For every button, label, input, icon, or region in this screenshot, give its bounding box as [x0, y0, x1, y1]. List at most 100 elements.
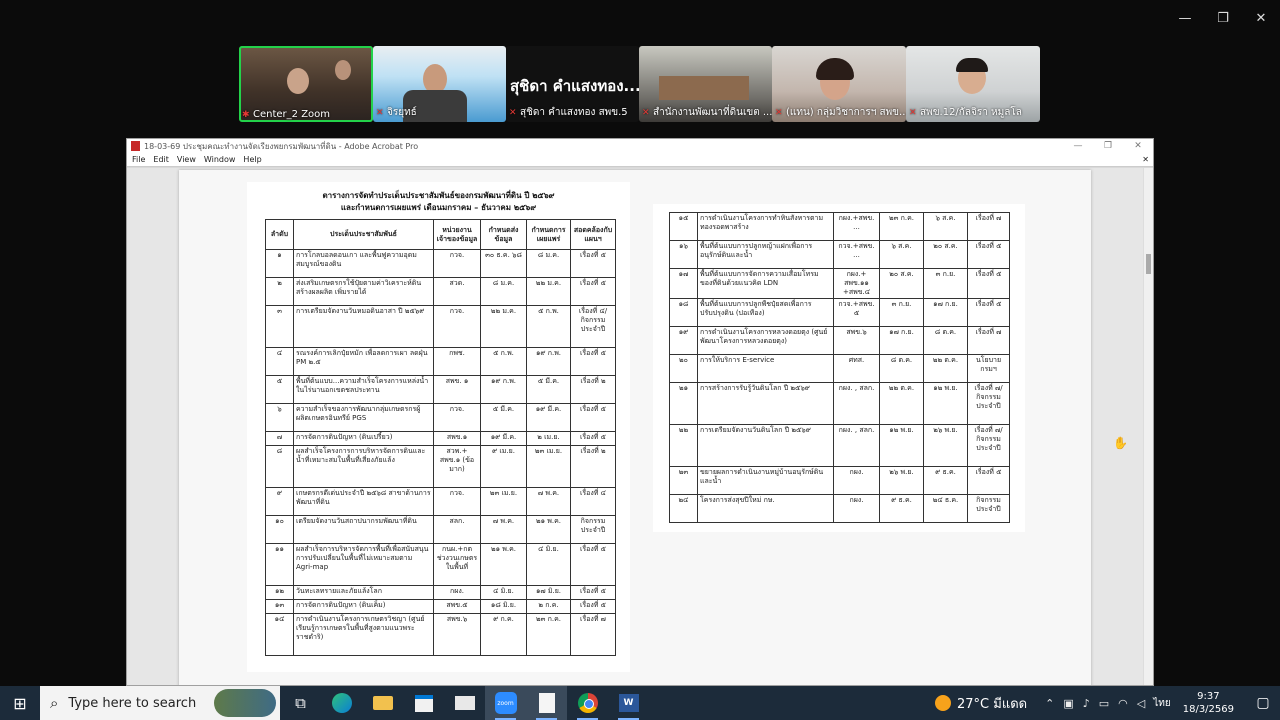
battery-icon[interactable]: ▭ [1099, 697, 1109, 710]
table-row: ๑๒ วันทะเลทรายและภัยแล้งโลก กผง. ๔ มิ.ย. ๑๗ … [265, 585, 616, 600]
close-button[interactable]: ✕ [1242, 0, 1280, 36]
participant-tile[interactable]: ✱ Center_2 Zoom [239, 46, 373, 122]
table-cell: พื้นที่ต้นแบบการปลูกพืชปุ๋ยสดเพื่อการปรั… [697, 298, 834, 327]
file-explorer-icon[interactable] [362, 686, 403, 720]
table-cell: ๔ [265, 347, 294, 376]
notification-icon[interactable]: ▢ [1250, 695, 1276, 711]
menu-edit[interactable]: Edit [153, 155, 169, 164]
header-cell: ลำดับ [265, 219, 294, 250]
table-cell: ศทส. [833, 354, 880, 383]
table-cell: ๖ ส.ค. [923, 212, 968, 241]
participant-tile[interactable]: สุชิดา คำแสงทอง... ✕ สุชิดา คำแสงทอง สพข.… [506, 46, 639, 122]
clock[interactable]: 9:37 18/3/2569 [1183, 690, 1234, 716]
table-cell: ๖ [265, 403, 294, 432]
schedule-sheet-left: ตารางการจัดทำประเด็นประชาสัมพันธ์ของกรมพ… [247, 182, 630, 672]
participant-name: Center_2 Zoom [253, 109, 331, 120]
header-cell: หน่วยงานเจ้าของข้อมูล [433, 219, 481, 250]
table-row: ๕พื้นที่ต้นแบบ...ความสำเร็จโครงการแหล่งน… [265, 375, 616, 404]
word-icon[interactable]: W [608, 686, 649, 720]
table-cell: กวจ.+สพข. ๕ [833, 298, 880, 327]
table-cell: กวจ. [433, 305, 481, 348]
microphone-icon[interactable]: ♪ [1083, 697, 1090, 710]
zoom-app-icon[interactable]: zoom [485, 686, 526, 720]
table-cell: การโกลบอลดอนเกา และพื้นฟูความอุดมสมบูรณ์… [293, 249, 434, 278]
chevron-up-icon[interactable]: ⌃ [1045, 697, 1054, 710]
minimize-button[interactable]: — [1166, 0, 1204, 36]
language-indicator[interactable]: ไทย [1153, 696, 1170, 711]
participant-tile[interactable]: ✕ จิรยุทธ์ [373, 46, 506, 122]
table-cell: ๖ ส.ค. [879, 240, 924, 269]
meet-now-icon[interactable]: ▣ [1063, 697, 1073, 710]
wifi-icon[interactable]: ◠ [1118, 697, 1128, 710]
participant-name: (แทน) กลุ่มวิชาการฯ สพข... [786, 107, 906, 118]
table-row: ๖ความสำเร็จของการพัฒนากลุ่มเกษตรกรผู้ผลิ… [265, 403, 616, 432]
table-cell: กิจกรรมประจำปี [570, 515, 616, 544]
menu-window[interactable]: Window [204, 155, 236, 164]
table-row: ๒๓ ขยายผลการดำเนินงานหมู่บ้านอนุรักษ์ดินแ… [669, 466, 1010, 495]
desktop: — ❐ ✕ ✱ Center_2 Zoom ✕ จิรยุทธ์ สุชิดา คำ… [0, 0, 1280, 720]
document-viewer[interactable]: ตารางการจัดทำประเด็นประชาสัมพันธ์ของกรมพ… [127, 168, 1153, 685]
mail-icon[interactable] [444, 686, 485, 720]
vertical-scrollbar[interactable] [1143, 168, 1153, 685]
weather-widget[interactable]: 27°C มีแดด [935, 693, 1027, 714]
menu-view[interactable]: View [177, 155, 196, 164]
close-document-icon[interactable]: ✕ [1142, 155, 1149, 164]
table-cell: พื้นที่ต้นแบบการจัดการความเสื่อมโทรมของท… [697, 268, 834, 299]
table-cell: ๒๖ พ.ย. [923, 424, 968, 467]
participant-name: จิรยุทธ์ [387, 107, 417, 118]
header-cell: กำหนดส่งข้อมูล [480, 219, 527, 250]
table-cell: ส่งเสริมเกษตรกรใช้ปุ๋ยตามค่าวิเคราะห์ดิน… [293, 277, 434, 306]
participant-tile[interactable]: ✕ สพข.12/กัลจิรา หมูลโล [906, 46, 1040, 122]
table-cell: ๑๓ [265, 599, 294, 614]
table-cell: ๙ ธ.ค. [879, 494, 924, 523]
table-cell: ๕ ก.พ. [480, 347, 527, 376]
table-cell: ๑ [265, 249, 294, 278]
table-cell: ๒๔ ธ.ค. [923, 494, 968, 523]
participant-name: สำนักงานพัฒนาที่ดินเขต ... [653, 107, 772, 118]
table-cell: ๒ ก.ค. [526, 599, 571, 614]
menu-help[interactable]: Help [243, 155, 261, 164]
restore-button[interactable]: ❐ [1204, 0, 1242, 36]
edge-icon[interactable] [321, 686, 362, 720]
table-cell: ๑๒ [265, 585, 294, 600]
acrobat-app-icon[interactable] [526, 686, 567, 720]
table-cell: ๒๑ พ.ค. [480, 543, 527, 586]
table-cell: เรื่องที่ ๕ [570, 599, 616, 614]
chrome-icon[interactable] [567, 686, 608, 720]
table-cell: ๑๙ มี.ค. [480, 431, 527, 446]
acrobat-close-button[interactable]: ✕ [1123, 141, 1153, 151]
doc-subtitle: และกำหนดการเผยแพร่ เดือนมกราคม – ธันวาคม… [340, 203, 537, 212]
menu-file[interactable]: File [132, 155, 145, 164]
taskbar-search[interactable]: ⌕ Type here to search [40, 686, 280, 720]
table-cell: ๕ [265, 375, 294, 404]
table-cell: รณรงค์การเลิกปุ๋ยหมัก เพื่อลดการเผา ลดฝุ… [293, 347, 434, 376]
table-row: ๔รณรงค์การเลิกปุ๋ยหมัก เพื่อลดการเผา ลดฝ… [265, 347, 616, 376]
table-cell: ๒๐ ส.ค. [923, 240, 968, 269]
table-cell: ๑๔ [265, 613, 294, 656]
participant-tile[interactable]: ✕ (แทน) กลุ่มวิชาการฯ สพข... [772, 46, 906, 122]
participant-gallery: ✱ Center_2 Zoom ✕ จิรยุทธ์ สุชิดา คำแสงทอง… [239, 46, 1040, 122]
mic-muted-icon: ✕ [909, 107, 917, 118]
table-cell: สพข. ๑ [433, 375, 481, 404]
volume-icon[interactable]: ◁ [1137, 697, 1145, 710]
schedule-table-left: ลำดับ ประเด็นประชาสัมพันธ์ หน่วยงานเจ้าข… [265, 219, 616, 656]
clock-date: 18/3/2569 [1182, 704, 1234, 715]
table-cell: ๒๑ พ.ค. [526, 515, 571, 544]
table-cell: พื้นที่ต้นแบบการปลูกหญ้าแฝกเพื่อการอนุรั… [697, 240, 834, 269]
task-view-icon[interactable]: ⧉ [280, 686, 321, 720]
table-cell: ขยายผลการดำเนินงานหมู่บ้านอนุรักษ์ดินและ… [697, 466, 834, 495]
table-cell: สพข.๖ [433, 613, 481, 656]
table-cell: ๑๘ มิ.ย. [480, 599, 527, 614]
acrobat-restore-button[interactable]: ❐ [1093, 141, 1123, 151]
table-cell: ๒๔ [669, 494, 698, 523]
table-cell: ๓ ก.ย. [923, 268, 968, 299]
table-cell: เรื่องที่ ๕ [570, 249, 616, 278]
participant-tile[interactable]: ✕ สำนักงานพัฒนาที่ดินเขต ... [639, 46, 772, 122]
windows-start-icon[interactable]: ⊞ [0, 686, 40, 720]
table-cell: พื้นที่ต้นแบบ...ความสำเร็จโครงการแหล่งน้… [293, 375, 434, 404]
table-row: ๑๑ ผลสำเร็จการบริหารจัดการพื้นที่เพื่อสนั… [265, 543, 616, 586]
acrobat-minimize-button[interactable]: — [1063, 141, 1093, 151]
scrollbar-thumb[interactable] [1146, 254, 1151, 274]
store-icon[interactable] [403, 686, 444, 720]
table-row: ๑๔ การดำเนินงานโครงการเกษตรวิชญา (ศูนย์เร… [265, 613, 616, 656]
